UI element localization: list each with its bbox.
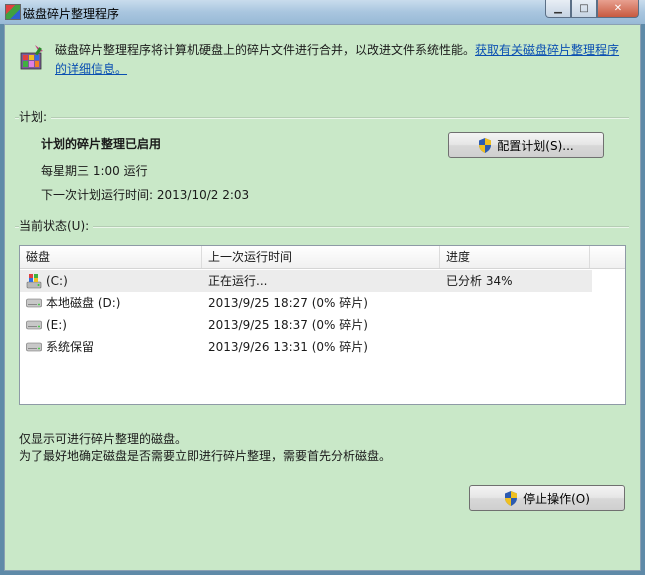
configure-schedule-label: 配置计划(S)... — [497, 138, 574, 153]
maximize-icon: □ — [579, 3, 589, 14]
close-button[interactable]: ✕ — [597, 0, 639, 18]
drive-icon — [26, 342, 42, 352]
stop-operation-button[interactable]: 停止操作(O) — [469, 485, 625, 511]
defrag-app-icon — [5, 4, 21, 20]
schedule-frequency: 每星期三 1:00 运行 — [41, 164, 148, 178]
divider — [15, 226, 629, 228]
drive-icon — [26, 298, 42, 308]
window-title: 磁盘碎片整理程序 — [23, 7, 120, 21]
minimize-button[interactable]: ▁ — [545, 0, 571, 18]
last-run: 2013/9/25 18:27 (0% 碎片) — [208, 296, 368, 310]
description-text: 磁盘碎片整理程序将计算机硬盘上的碎片文件进行合并，以改进文件系统性能。 — [55, 43, 476, 57]
uac-shield-icon — [479, 137, 492, 153]
current-status-label: 当前状态(U): — [19, 217, 94, 234]
configure-schedule-button[interactable]: 配置计划(S)... — [448, 132, 604, 158]
column-last-run[interactable]: 上一次运行时间 — [202, 246, 440, 268]
disk-row-reserved[interactable]: 系统保留 2013/9/26 13:31 (0% 碎片) — [20, 336, 592, 358]
column-progress[interactable]: 进度 — [440, 246, 590, 268]
minimize-icon: ▁ — [554, 3, 562, 14]
last-run: 2013/9/26 13:31 (0% 碎片) — [208, 340, 368, 354]
disk-name: (C:) — [46, 274, 68, 288]
title-bar[interactable]: 磁盘碎片整理程序 ▁ □ ✕ — [0, 0, 645, 24]
close-icon: ✕ — [613, 3, 623, 14]
dialog-body: 磁盘碎片整理程序将计算机硬盘上的碎片文件进行合并，以改进文件系统性能。获取有关磁… — [4, 24, 641, 571]
last-run: 正在运行... — [208, 274, 268, 288]
maximize-button[interactable]: □ — [571, 0, 597, 18]
defrag-icon — [20, 45, 43, 70]
note-defraggable-only: 仅显示可进行碎片整理的磁盘。 — [19, 432, 188, 446]
disk-row-e[interactable]: (E:) 2013/9/25 18:37 (0% 碎片) — [20, 314, 592, 336]
schedule-status: 计划的碎片整理已启用 — [41, 137, 162, 151]
note-analyze-first: 为了最好地确定磁盘是否需要立即进行碎片整理，需要首先分析磁盘。 — [19, 449, 392, 463]
disk-name: 系统保留 — [46, 340, 95, 354]
disk-name: 本地磁盘 (D:) — [46, 296, 121, 310]
schedule-next-run: 下一次计划运行时间: 2013/10/2 2:03 — [41, 188, 250, 202]
disk-row-d[interactable]: 本地磁盘 (D:) 2013/9/25 18:27 (0% 碎片) — [20, 292, 592, 314]
description: 磁盘碎片整理程序将计算机硬盘上的碎片文件进行合并，以改进文件系统性能。获取有关磁… — [55, 41, 625, 79]
last-run: 2013/9/25 18:37 (0% 碎片) — [208, 318, 368, 332]
disk-name: (E:) — [46, 318, 67, 332]
column-disk[interactable]: 磁盘 — [20, 246, 202, 268]
progress: 已分析 34% — [446, 274, 513, 288]
system-drive-icon — [26, 274, 42, 289]
disk-list[interactable]: 磁盘 上一次运行时间 进度 (C:) 正在运行... 已分析 34% 本地磁盘 … — [19, 245, 626, 405]
uac-shield-icon — [505, 490, 518, 506]
stop-operation-label: 停止操作(O) — [523, 491, 590, 506]
divider — [15, 117, 629, 119]
disk-list-header: 磁盘 上一次运行时间 进度 — [20, 246, 625, 269]
drive-icon — [26, 320, 42, 330]
disk-row-c[interactable]: (C:) 正在运行... 已分析 34% — [20, 270, 592, 292]
schedule-section-label: 计划: — [19, 108, 52, 125]
